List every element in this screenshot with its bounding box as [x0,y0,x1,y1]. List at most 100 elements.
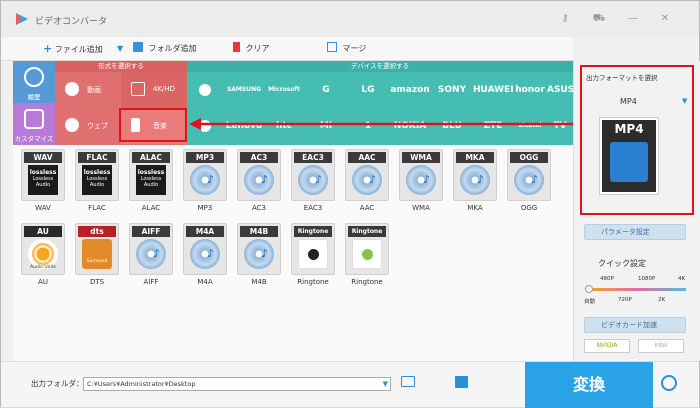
device-logo[interactable]: 1 [347,108,389,144]
trash-icon [233,42,240,52]
format-tile[interactable]: Ringtone [291,223,335,275]
lossless-audio-icon: lossless Lossless Audio [82,165,112,195]
format-tile[interactable]: M4A ♪ [183,223,227,275]
convert-label: 変換 [572,375,605,394]
web-format-button[interactable]: ウェブ [55,108,121,144]
add-folder-button[interactable]: フォルダ追加 [133,42,197,56]
customize-icon [24,109,44,129]
chrome-icon [65,118,79,132]
open-folder-icon[interactable] [455,376,468,388]
output-format-title: 出力フォーマットを選択 [586,74,658,82]
music-note-icon: ♪ [315,173,323,186]
format-dropdown-arrow[interactable]: ▼ [682,97,687,105]
customize-button[interactable]: カスタマイズ [13,103,55,145]
format-tile[interactable]: MP3 ♪ [183,149,227,201]
key-icon[interactable]: ⚷ [557,11,573,27]
format-label: MKA [467,204,483,212]
app-logo-icon [16,13,28,25]
quality-label-2k: 2K [658,297,666,303]
device-logo[interactable]: Lenovo [225,108,263,144]
format-tile[interactable]: ALAC lossless Lossless Audio [129,149,173,201]
device-logo[interactable]: amazon [389,72,431,108]
device-logo[interactable]: BLU [431,108,473,144]
customize-label: カスタマイズ [14,135,54,143]
device-logo[interactable]: honor [513,72,547,108]
4k-format-button[interactable]: 4K/HD [121,72,187,108]
format-tile[interactable]: AC3 ♪ [237,149,281,201]
gpu-accel-button[interactable]: ビデオカード加速 [584,317,686,333]
music-note-disc-icon: ♪ [136,239,166,269]
quality-slider-thumb[interactable] [585,285,593,293]
format-badge: EAC3 [294,152,332,163]
history-button[interactable]: 履歴 [13,61,55,103]
format-label: M4A [197,278,213,286]
quality-slider-track[interactable] [588,288,686,291]
format-label: DTS [89,278,105,286]
device-logo[interactable]: HUAWEI [473,72,514,108]
device-logo[interactable]: MI [305,108,347,144]
format-badge: Ringtone [348,226,386,237]
add-file-button[interactable]: + ファイル追加 [43,42,103,56]
device-logo[interactable]: alcatel [513,108,547,144]
device-logo[interactable]: G [305,72,347,108]
device-logo[interactable]: Microsoft [263,72,305,108]
selected-format-value[interactable]: MP4 [620,97,637,106]
parameter-settings-button[interactable]: パラメータ設定 [584,224,686,240]
device-logo[interactable]: LG [347,72,389,108]
mp4-preview-image[interactable]: MP4 [599,117,659,195]
format-label: ALAC [141,204,161,212]
add-dropdown-arrow[interactable]: ▼ [117,42,123,56]
clear-button[interactable]: クリア [233,42,270,56]
device-logo[interactable]: TV [547,108,573,144]
format-tile[interactable]: WAV lossless Lossless Audio [21,149,65,201]
format-tile[interactable]: AIFF ♪ [129,223,173,275]
device-logo[interactable] [187,108,223,144]
history-label: 履歴 [27,93,41,101]
quality-label-1080p: 1080P [638,276,656,282]
device-logo[interactable]: NOKIA [389,108,431,144]
dts-surround-icon: Surround [82,239,112,269]
nvidia-badge[interactable]: NVIDIA [584,339,630,353]
minimize-button[interactable]: — [625,11,641,27]
format-tile[interactable]: Ringtone [345,223,389,275]
format-tile[interactable]: AAC ♪ [345,149,389,201]
window-title: ビデオコンバータ [35,17,108,27]
lossless-audio-text: Lossless Audio [32,176,54,188]
format-tile[interactable]: M4B ♪ [237,223,281,275]
output-folder-input[interactable]: C:¥Users¥Administrator¥Desktop ▼ [83,377,391,391]
intel-badge[interactable]: Intel [638,339,684,353]
format-label: MP3 [197,204,213,212]
gpu-label: ビデオカード加速 [601,321,657,329]
folder-dropdown-arrow[interactable]: ▼ [383,378,388,390]
device-logo[interactable]: ASUS [547,72,574,108]
lossless-audio-text: Lossless Audio [140,176,162,188]
cart-icon[interactable]: ⛟ [591,11,607,27]
device-logo[interactable]: SAMSUNG [225,72,263,108]
format-tile[interactable]: WMA ♪ [399,149,443,201]
browse-folder-icon[interactable] [401,376,415,387]
format-tile[interactable]: AU Audio Units [21,223,65,275]
device-logo[interactable]: htc [263,108,305,144]
category-column: 履歴 カスタマイズ [13,61,55,145]
param-label: パラメータ設定 [601,228,650,236]
format-badge: MKA [456,152,494,163]
audio-units-text: Audio Units [30,265,56,270]
music-note-icon: ♪ [261,247,269,260]
format-tile[interactable]: EAC3 ♪ [291,149,335,201]
device-logo[interactable] [187,72,223,108]
close-button[interactable]: ✕ [657,11,673,27]
video-format-button[interactable]: 動画 [55,72,121,108]
alarm-clock-icon[interactable] [661,375,677,391]
merge-button[interactable]: マージ [327,42,366,56]
format-badge: AC3 [240,152,278,163]
format-tile[interactable]: FLAC lossless Lossless Audio [75,149,119,201]
format-badge: dts [78,226,116,237]
convert-button[interactable]: 変換 [525,362,653,408]
format-tile[interactable]: dts Surround [75,223,119,275]
music-note-icon: ♪ [369,173,377,186]
music-note-icon: ♪ [531,173,539,186]
format-tile[interactable]: OGG ♪ [507,149,551,201]
device-logo[interactable]: ZTE [473,108,513,144]
device-logo[interactable]: SONY [431,72,473,108]
format-tile[interactable]: MKA ♪ [453,149,497,201]
